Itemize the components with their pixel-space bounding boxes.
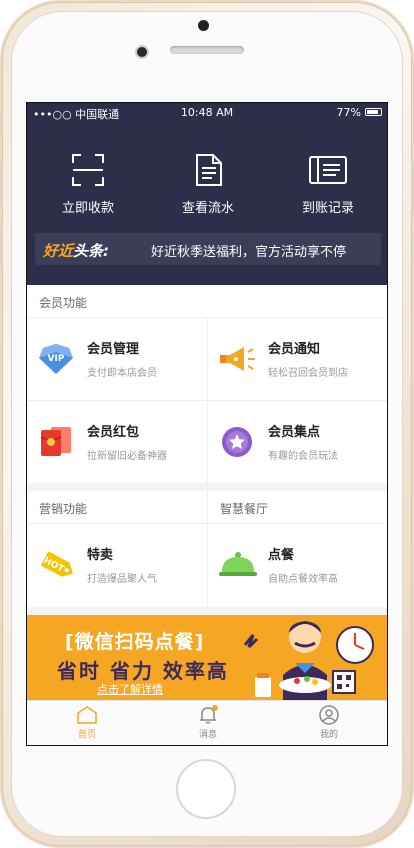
marketing-section-title: 营销功能 [39, 502, 88, 516]
banner-tagline: 省时 省力 效率高 [57, 659, 229, 683]
promo-banner[interactable]: [微信扫码点餐] 省时 省力 效率高 点击了解详情 [27, 615, 387, 703]
scan-icon [72, 154, 104, 186]
marketing-restaurant-section: 营销功能 智慧餐厅 HOT 特卖 打造爆品聚人气 点餐 自助点餐效率高 [27, 491, 387, 607]
star-badge-icon [222, 427, 252, 457]
red-envelope-icon [40, 427, 71, 456]
member-red-envelope-title: 会员红包 [87, 425, 140, 440]
member-points-subtitle: 有趣的会员玩法 [268, 451, 338, 462]
deposit-records-button[interactable]: 到账记录 [273, 153, 383, 216]
vip-badge-icon: VIP [39, 344, 73, 374]
member-points-title: 会员集点 [268, 425, 321, 440]
tab-bar: 首页 消息 我的 [27, 700, 387, 745]
mute-switch [0, 112, 3, 136]
member-section: 会员功能 VIP 会员管理 支付即本店会员 会员通知 轻松召回会员到店 会员红包… [27, 285, 387, 483]
member-red-envelope-card[interactable]: 会员红包 拉新留旧必备神器 [27, 401, 207, 483]
member-management-title: 会员管理 [87, 342, 140, 357]
status-bar: •••○○ 中国联通 10:48 AM 77% [27, 103, 387, 123]
hot-tag-icon: HOT [40, 551, 73, 577]
order-food-card[interactable]: 点餐 自助点餐效率高 [208, 524, 387, 607]
tab-profile-label: 我的 [319, 730, 338, 740]
order-food-title: 点餐 [268, 548, 295, 563]
member-notification-card[interactable]: 会员通知 轻松召回会员到店 [208, 318, 387, 400]
document-icon [196, 154, 222, 186]
header-panel: 立即收款 查看流水 到账记录 好近头条: 好近秋季送福利，官方活动享不停 [27, 123, 387, 285]
front-camera [137, 47, 147, 57]
ticker-brand-accent: 好近 [43, 242, 74, 260]
clock: 10:48 AM [180, 106, 234, 119]
app-screen: •••○○ 中国联通 10:48 AM 77% 立即收款 查看流水 到账记录 好… [26, 102, 388, 746]
member-management-subtitle: 支付即本店会员 [87, 368, 157, 379]
home-icon [77, 706, 97, 724]
volume-down-button [0, 222, 3, 266]
earpiece-speaker [170, 46, 244, 54]
vip-badge-text: VIP [48, 354, 65, 364]
order-food-subtitle: 自助点餐效率高 [268, 574, 338, 585]
banner-headline: [微信扫码点餐] [65, 631, 205, 653]
view-transactions-label: 查看流水 [181, 201, 234, 216]
member-management-card[interactable]: VIP 会员管理 支付即本店会员 [27, 318, 207, 400]
banner-details-link[interactable]: 点击了解详情 [97, 681, 163, 697]
member-section-title: 会员功能 [39, 296, 88, 310]
chef-illustration [243, 621, 374, 703]
tab-home-label: 首页 [77, 730, 96, 740]
bell-icon [200, 705, 218, 724]
top-sensor [198, 20, 209, 31]
ticker-brand: 好近头条: [43, 240, 109, 261]
collect-payment-button[interactable]: 立即收款 [33, 153, 143, 216]
member-notification-subtitle: 轻松召回会员到店 [268, 368, 348, 379]
ticker-text: 好近秋季送福利，官方活动享不停 [151, 245, 347, 260]
profile-icon [319, 705, 339, 725]
deposit-records-label: 到账记录 [301, 201, 354, 216]
member-notification-title: 会员通知 [268, 342, 321, 357]
home-button[interactable] [176, 759, 236, 819]
flash-sale-card[interactable]: HOT 特卖 打造爆品聚人气 [27, 524, 207, 607]
restaurant-section-title: 智慧餐厅 [220, 502, 269, 516]
tab-messages[interactable]: 消息 [148, 705, 268, 740]
volume-up-button [0, 164, 3, 208]
megaphone-icon [220, 347, 255, 371]
battery-percent: 77% [336, 106, 361, 119]
tab-home[interactable]: 首页 [27, 705, 147, 740]
view-transactions-button[interactable]: 查看流水 [153, 153, 263, 216]
tab-messages-label: 消息 [198, 730, 217, 740]
receipt-icon [309, 156, 347, 184]
flash-sale-title: 特卖 [87, 548, 114, 563]
tab-profile[interactable]: 我的 [269, 705, 387, 740]
ticker-brand-rest: 头条: [73, 242, 110, 260]
battery-icon [365, 108, 382, 116]
dish-cover-icon [219, 552, 257, 576]
flash-sale-subtitle: 打造爆品聚人气 [87, 574, 157, 585]
member-red-envelope-subtitle: 拉新留旧必备神器 [87, 451, 167, 462]
collect-payment-label: 立即收款 [61, 201, 114, 216]
member-points-card[interactable]: 会员集点 有趣的会员玩法 [208, 401, 387, 483]
news-ticker[interactable]: 好近头条: 好近秋季送福利，官方活动享不停 [35, 233, 381, 265]
